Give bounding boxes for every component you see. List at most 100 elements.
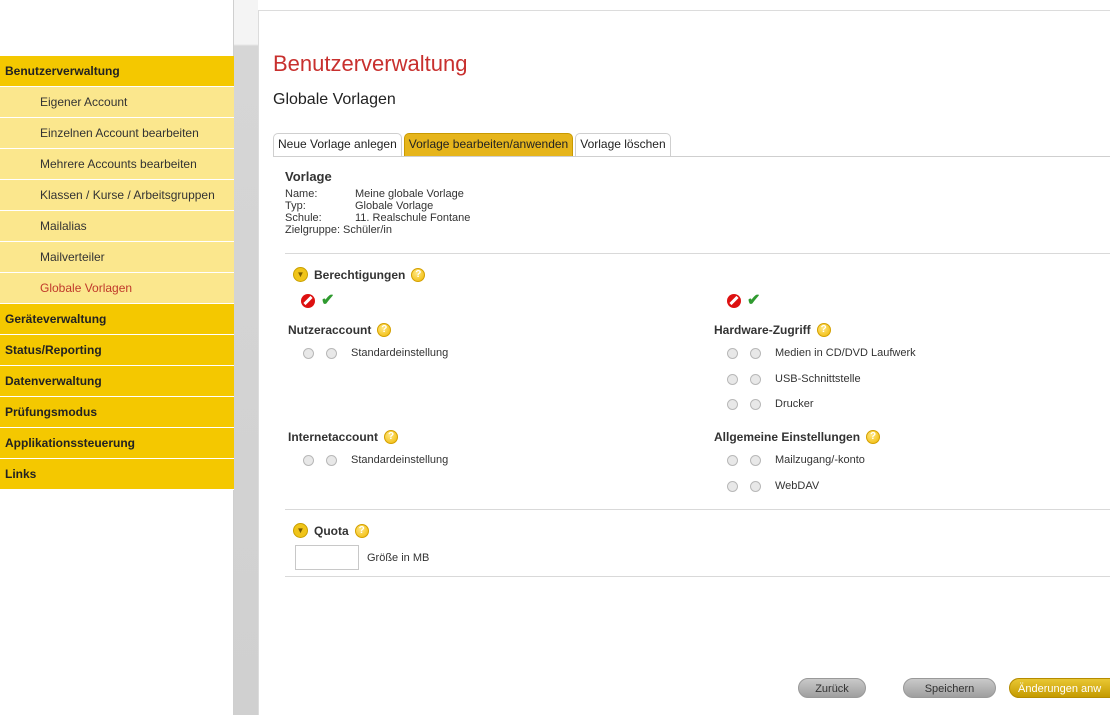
info-key: Typ: <box>285 200 306 212</box>
quota-size-input[interactable] <box>295 545 359 570</box>
hardware-title: Hardware-Zugriff <box>714 323 811 337</box>
quota-unit-label: Größe in MB <box>367 552 430 564</box>
allow-check-icon: ✔ <box>321 292 335 309</box>
internetaccount-title: Internetaccount <box>288 430 379 444</box>
sidebar-item-links[interactable]: Links <box>0 459 234 490</box>
deny-radio[interactable] <box>727 347 738 359</box>
sidebar-item-geraeteverwaltung[interactable]: Geräteverwaltung <box>0 304 234 335</box>
separator <box>285 576 1110 577</box>
option-nutzer-standard: Standardeinstellung <box>303 347 448 359</box>
sidebar-item-mehrere-accounts[interactable]: Mehrere Accounts bearbeiten <box>0 149 234 180</box>
deny-radio[interactable] <box>727 480 738 492</box>
allow-radio[interactable] <box>326 454 337 466</box>
deny-radio[interactable] <box>727 398 738 410</box>
permission-legend-left: ✔ <box>301 292 335 309</box>
tab-underline <box>273 156 1110 157</box>
allow-radio[interactable] <box>750 398 761 410</box>
allow-radio[interactable] <box>750 373 761 385</box>
sidebar-item-globale-vorlagen[interactable]: Globale Vorlagen <box>0 273 234 304</box>
sidebar-item-mailalias[interactable]: Mailalias <box>0 211 234 242</box>
help-icon[interactable]: ? <box>354 523 369 538</box>
deny-radio[interactable] <box>727 454 738 466</box>
berechtigungen-header: ▼ Berechtigungen ? <box>293 267 426 282</box>
option-label: WebDAV <box>775 480 820 492</box>
option-label: Drucker <box>775 398 814 410</box>
sidebar-item-datenverwaltung[interactable]: Datenverwaltung <box>0 366 234 397</box>
option-hardware-cd: Medien in CD/DVD Laufwerk <box>727 347 916 359</box>
info-value: Globale Vorlage <box>355 200 434 212</box>
deny-icon <box>727 294 741 308</box>
help-icon[interactable]: ? <box>384 430 399 444</box>
info-value: 11. Realschule Fontane <box>355 212 471 224</box>
info-value: Schüler/in <box>343 224 392 236</box>
option-hardware-usb: USB-Schnittstelle <box>727 373 861 385</box>
vorlage-heading: Vorlage <box>285 169 332 184</box>
option-label: Standardeinstellung <box>351 454 449 466</box>
allow-check-icon: ✔ <box>747 292 761 309</box>
option-label: Standardeinstellung <box>351 347 449 359</box>
deny-radio[interactable] <box>303 347 314 359</box>
nutzeraccount-title: Nutzeraccount <box>288 323 372 337</box>
sidebar-item-pruefungsmodus[interactable]: Prüfungsmodus <box>0 397 234 428</box>
deny-icon <box>301 294 315 308</box>
sidebar-gutter <box>234 0 258 715</box>
option-label: USB-Schnittstelle <box>775 373 861 385</box>
page-subtitle: Globale Vorlagen <box>273 91 396 108</box>
option-internet-standard: Standardeinstellung <box>303 454 448 466</box>
quota-header: ▼ Quota ? <box>293 523 369 538</box>
help-icon[interactable]: ? <box>816 323 831 337</box>
info-row-zielgruppe: Zielgruppe: Schüler/in <box>285 224 470 236</box>
sidebar-item-eigener-account[interactable]: Eigener Account <box>0 87 234 118</box>
deny-radio[interactable] <box>727 373 738 385</box>
sidebar-item-mailverteiler[interactable]: Mailverteiler <box>0 242 234 273</box>
help-icon[interactable]: ? <box>411 267 426 282</box>
hardware-group: Hardware-Zugriff ? <box>714 323 831 337</box>
info-key: Name: <box>285 188 318 200</box>
allow-radio[interactable] <box>326 347 337 359</box>
deny-radio[interactable] <box>303 454 314 466</box>
info-row-typ: Typ: Globale Vorlage <box>285 200 470 212</box>
option-label: Mailzugang/-konto <box>775 454 865 466</box>
quota-label: Quota <box>314 523 349 538</box>
vorlage-info: Vorlage Name: Meine globale Vorlage Typ:… <box>285 169 470 236</box>
info-row-schule: Schule: 11. Realschule Fontane <box>285 212 470 224</box>
allow-radio[interactable] <box>750 480 761 492</box>
nutzeraccount-group: Nutzeraccount ? <box>288 323 392 337</box>
help-icon[interactable]: ? <box>377 323 392 337</box>
option-allgemein-webdav: WebDAV <box>727 480 819 492</box>
allgemein-group: Allgemeine Einstellungen ? <box>714 430 881 444</box>
option-hardware-drucker: Drucker <box>727 398 814 410</box>
separator <box>285 253 1110 254</box>
page-title: Benutzerverwaltung <box>273 51 468 76</box>
back-button[interactable]: Zurück <box>798 678 866 698</box>
allow-radio[interactable] <box>750 347 761 359</box>
sidebar: Benutzerverwaltung Eigener Account Einze… <box>0 0 234 715</box>
tab-neue-vorlage[interactable]: Neue Vorlage anlegen <box>273 133 402 156</box>
permission-legend-right: ✔ <box>727 292 761 309</box>
berechtigungen-label: Berechtigungen <box>314 267 406 282</box>
tab-vorlage-loeschen[interactable]: Vorlage löschen <box>575 133 671 156</box>
info-row-name: Name: Meine globale Vorlage <box>285 188 470 200</box>
apply-changes-button[interactable]: Änderungen anw <box>1009 678 1110 698</box>
sidebar-item-status-reporting[interactable]: Status/Reporting <box>0 335 234 366</box>
help-icon[interactable]: ? <box>866 430 881 444</box>
collapse-toggle-icon[interactable]: ▼ <box>293 267 308 282</box>
option-label: Medien in CD/DVD Laufwerk <box>775 347 916 359</box>
option-allgemein-mail: Mailzugang/-konto <box>727 454 865 466</box>
tab-vorlage-bearbeiten[interactable]: Vorlage bearbeiten/anwenden <box>403 133 574 156</box>
sidebar-item-klassen-kurse[interactable]: Klassen / Kurse / Arbeitsgruppen <box>0 180 234 211</box>
tab-bar: Neue Vorlage anlegen Vorlage bearbeiten/… <box>273 133 673 156</box>
allow-radio[interactable] <box>750 454 761 466</box>
internetaccount-group: Internetaccount ? <box>288 430 399 444</box>
info-key: Zielgruppe: <box>285 224 341 236</box>
info-key: Schule: <box>285 212 322 224</box>
separator <box>285 509 1110 510</box>
sidebar-item-applikationssteuerung[interactable]: Applikationssteuerung <box>0 428 234 459</box>
collapse-toggle-icon[interactable]: ▼ <box>293 523 308 538</box>
sidebar-item-benutzerverwaltung[interactable]: Benutzerverwaltung <box>0 56 234 87</box>
sidebar-nav: Benutzerverwaltung Eigener Account Einze… <box>0 56 234 490</box>
sidebar-item-einzelnen-account[interactable]: Einzelnen Account bearbeiten <box>0 118 234 149</box>
info-value: Meine globale Vorlage <box>355 188 464 200</box>
save-button[interactable]: Speichern <box>903 678 996 698</box>
allgemein-title: Allgemeine Einstellungen <box>714 430 861 444</box>
